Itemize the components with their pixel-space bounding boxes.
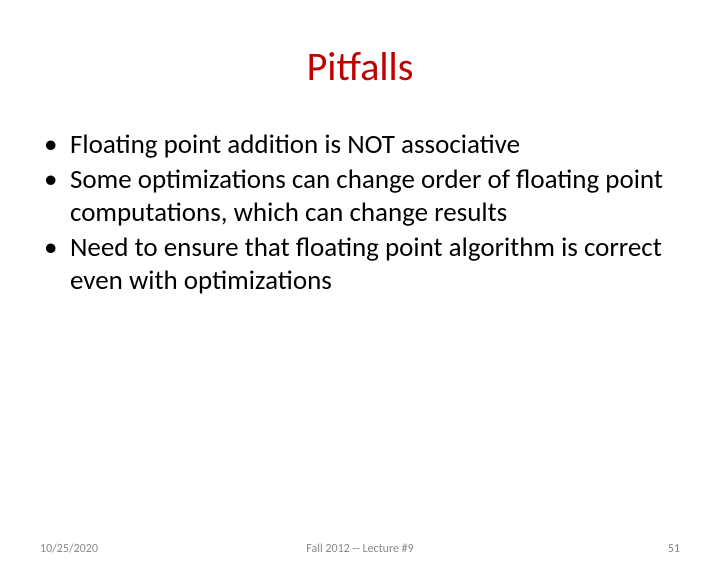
bullet-item: Need to ensure that floating point algor…: [40, 232, 680, 298]
footer-lecture: Fall 2012 -- Lecture #9: [0, 542, 720, 556]
slide: Pitfalls Floating point addition is NOT …: [0, 42, 720, 582]
footer-page-number: 51: [668, 542, 680, 556]
bullet-item: Some optimizations can change order of f…: [40, 164, 680, 230]
bullet-item: Floating point addition is NOT associati…: [40, 129, 680, 162]
slide-body: Floating point addition is NOT associati…: [40, 129, 680, 298]
slide-footer: 10/25/2020 Fall 2012 -- Lecture #9 51: [0, 542, 720, 562]
slide-title: Pitfalls: [0, 42, 720, 91]
bullet-list: Floating point addition is NOT associati…: [40, 129, 680, 298]
